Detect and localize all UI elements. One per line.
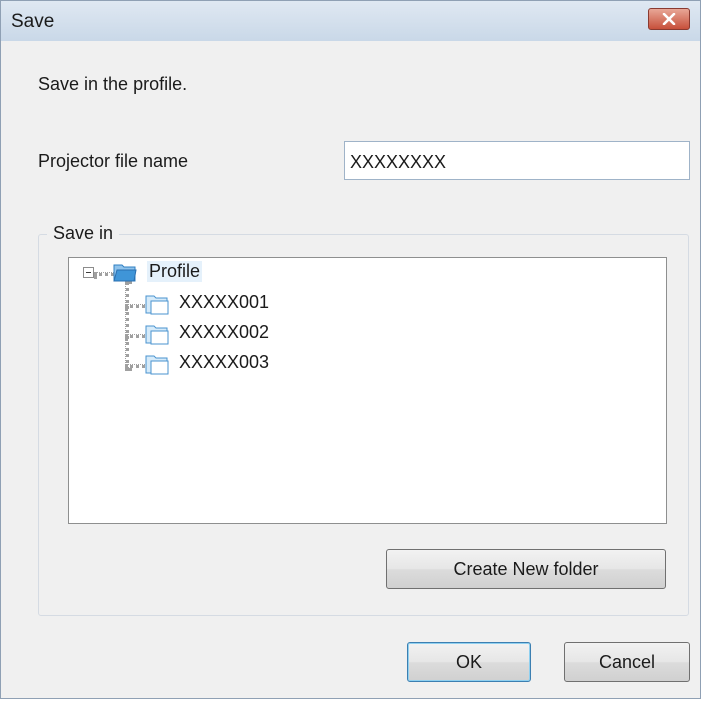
tree-node-folder[interactable]: XXXXX002 <box>179 322 269 343</box>
collapse-toggle[interactable] <box>83 267 94 278</box>
cancel-button[interactable]: Cancel <box>564 642 690 682</box>
filename-label: Projector file name <box>38 151 189 171</box>
folder-open-icon <box>113 264 137 282</box>
window-title: Save <box>11 11 55 32</box>
tree-connector <box>125 281 129 371</box>
folder-icon <box>145 295 169 315</box>
save-dialog: Save Save in the profile. Projector file… <box>0 0 701 699</box>
tree-node-folder[interactable]: XXXXX001 <box>179 292 269 313</box>
tree-node-profile[interactable]: Profile <box>147 261 203 282</box>
ok-button[interactable]: OK <box>407 642 531 682</box>
folder-tree[interactable]: Profile XXXXX001 XXXXX002 XXXXX003 <box>68 257 667 524</box>
folder-icon <box>145 355 169 375</box>
close-icon <box>662 13 676 25</box>
tree-node-folder[interactable]: XXXXX003 <box>179 352 269 373</box>
folder-icon <box>145 325 169 345</box>
save-in-label: Save in <box>47 223 120 244</box>
create-new-folder-button[interactable]: Create New folder <box>386 549 666 589</box>
filename-input[interactable] <box>344 141 690 180</box>
close-button[interactable] <box>648 8 690 30</box>
title-bar[interactable]: Save <box>1 1 700 41</box>
instruction-text: Save in the profile. <box>38 74 188 94</box>
